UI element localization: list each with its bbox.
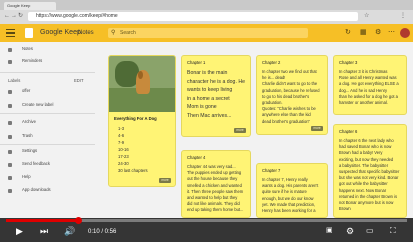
section-title: Notes xyxy=(78,30,94,36)
list-item: 30 last chapters xyxy=(118,168,148,173)
note-title: Chapter 6 xyxy=(339,129,358,134)
captions-icon[interactable]: ▣ xyxy=(326,225,333,237)
avatar[interactable] xyxy=(400,28,410,38)
note-title: Chapter 2 xyxy=(262,60,281,65)
screen: Google Keep ← → ↻ https://www.google.com… xyxy=(0,0,413,242)
fullscreen-icon[interactable]: ⛶ xyxy=(390,225,396,237)
list-item: 10-16 xyxy=(118,147,129,152)
miniplayer-icon[interactable]: ▭ xyxy=(366,225,374,237)
video-progress-bar[interactable] xyxy=(6,217,407,224)
reload-icon[interactable]: ↻ xyxy=(18,12,23,21)
bulb-icon xyxy=(8,47,12,52)
refresh-icon[interactable]: ↻ xyxy=(345,28,351,38)
label-icon xyxy=(8,89,12,94)
apps-icon[interactable]: ⋯ xyxy=(388,28,395,38)
note-card-chapter-2[interactable]: Chapter 2 In chapter two we find out tha… xyxy=(256,55,328,135)
browser-menu-icon[interactable]: ⋮ xyxy=(400,12,406,21)
note-image xyxy=(109,56,175,112)
search-icon: ⚲ xyxy=(111,30,116,36)
search-input[interactable]: Search xyxy=(108,28,308,38)
sidebar-item-feedback[interactable]: Send feedback xyxy=(0,159,95,169)
sidebar-item-settings[interactable]: Settings xyxy=(0,146,95,156)
list-item: 1-3 xyxy=(118,126,125,131)
download-icon xyxy=(8,188,12,193)
address-bar[interactable]: https://www.google.com/keep/#home xyxy=(28,12,358,21)
play-icon[interactable]: ▶ xyxy=(16,225,23,237)
sidebar-item-create-label[interactable]: Create new label xyxy=(0,100,95,110)
sidebar-item-archive[interactable]: Archive xyxy=(0,117,95,127)
sidebar: Notes Reminders Labels EDIT offer Create… xyxy=(0,42,95,220)
note-title: Everything For A Dog xyxy=(114,116,157,121)
star-icon[interactable]: ☆ xyxy=(364,12,369,21)
note-body: In chapter 3 it is Christmas Rose and al… xyxy=(339,69,399,106)
hamburger-menu-icon[interactable] xyxy=(6,29,15,37)
note-card-chapter-4[interactable]: Chapter 4 Chapter 44 was very sad... The… xyxy=(181,150,251,218)
note-title: Chapter 3 xyxy=(339,60,358,65)
keep-logo-icon xyxy=(25,28,33,38)
list-item: 24-30 xyxy=(118,161,129,166)
note-card-chapter-3[interactable]: Chapter 3 In chapter 3 it is Christmas R… xyxy=(333,55,407,115)
sidebar-item-reminders[interactable]: Reminders xyxy=(0,56,95,66)
help-icon xyxy=(8,175,12,180)
divider xyxy=(0,113,95,114)
sidebar-item-trash[interactable]: Trash xyxy=(0,131,95,141)
note-body: In chapter two we find out that he is...… xyxy=(262,69,320,124)
bell-icon xyxy=(8,59,12,64)
more-button[interactable]: more xyxy=(234,128,246,133)
forward-icon[interactable]: → xyxy=(11,12,17,21)
note-title: Chapter 1 xyxy=(187,60,206,65)
settings-icon[interactable]: ⚙ xyxy=(346,225,354,237)
labels-heading: Labels xyxy=(8,78,21,83)
video-time: 0:10 / 0:56 xyxy=(88,229,117,235)
trash-icon xyxy=(8,134,12,139)
sidebar-item-app-downloads[interactable]: App downloads xyxy=(0,185,95,195)
archive-icon xyxy=(8,120,12,125)
note-card-chapter-6[interactable]: Chapter 6 In chapter 6 the next lady who… xyxy=(333,124,407,218)
divider xyxy=(0,144,95,145)
list-item: 7-9 xyxy=(118,140,125,145)
sidebar-item-help[interactable]: Help xyxy=(0,172,95,182)
note-body: Bonar is the main character he is a dog.… xyxy=(187,70,245,119)
note-body: Chapter 44 was very sad... The puppies e… xyxy=(187,164,244,213)
note-card-chapter-1[interactable]: Chapter 1 Bonar is the main character he… xyxy=(181,55,251,137)
note-body: In chapter 7, Henry really wants a dog. … xyxy=(262,177,319,214)
grid-view-icon[interactable]: ▦ xyxy=(360,28,367,38)
more-button[interactable]: more xyxy=(311,126,323,131)
note-body: In chapter 6 the next lady who had saved… xyxy=(339,138,400,212)
app-header: Google Keep Notes Search ⚲ ↻ ▦ ⚙ ⋯ xyxy=(0,24,413,42)
note-card-photo[interactable]: Everything For A Dog 1-3 4-6 7-9 10-16 1… xyxy=(108,55,176,187)
more-button[interactable]: more xyxy=(159,178,171,183)
divider xyxy=(0,72,95,73)
volume-icon[interactable]: 🔊 xyxy=(64,225,75,237)
browser-chrome: Google Keep ← → ↻ https://www.google.com… xyxy=(0,0,413,24)
list-item: 4-6 xyxy=(118,133,125,138)
list-item: 17-23 xyxy=(118,154,129,159)
app-title: Google Keep xyxy=(40,29,81,36)
tab-strip: Google Keep xyxy=(0,0,413,10)
note-title: Chapter 4 xyxy=(187,155,206,160)
labels-edit-link[interactable]: EDIT xyxy=(74,77,84,85)
plus-icon xyxy=(8,103,12,108)
next-icon[interactable]: ⏭ xyxy=(40,225,48,237)
browser-tab[interactable]: Google Keep xyxy=(4,2,56,10)
note-card-chapter-7[interactable]: Chapter 7 In chapter 7, Henry really wan… xyxy=(256,163,328,218)
video-progress-fill xyxy=(6,219,79,222)
note-title: Chapter 7 xyxy=(262,168,281,173)
sidebar-item-notes[interactable]: Notes xyxy=(0,44,95,54)
gear-icon xyxy=(8,149,12,154)
video-scrubber-handle[interactable] xyxy=(74,217,82,224)
sidebar-item-offer[interactable]: offer xyxy=(0,86,95,96)
back-icon[interactable]: ← xyxy=(4,12,10,21)
settings-icon[interactable]: ⚙ xyxy=(375,28,381,38)
feedback-icon xyxy=(8,162,12,167)
